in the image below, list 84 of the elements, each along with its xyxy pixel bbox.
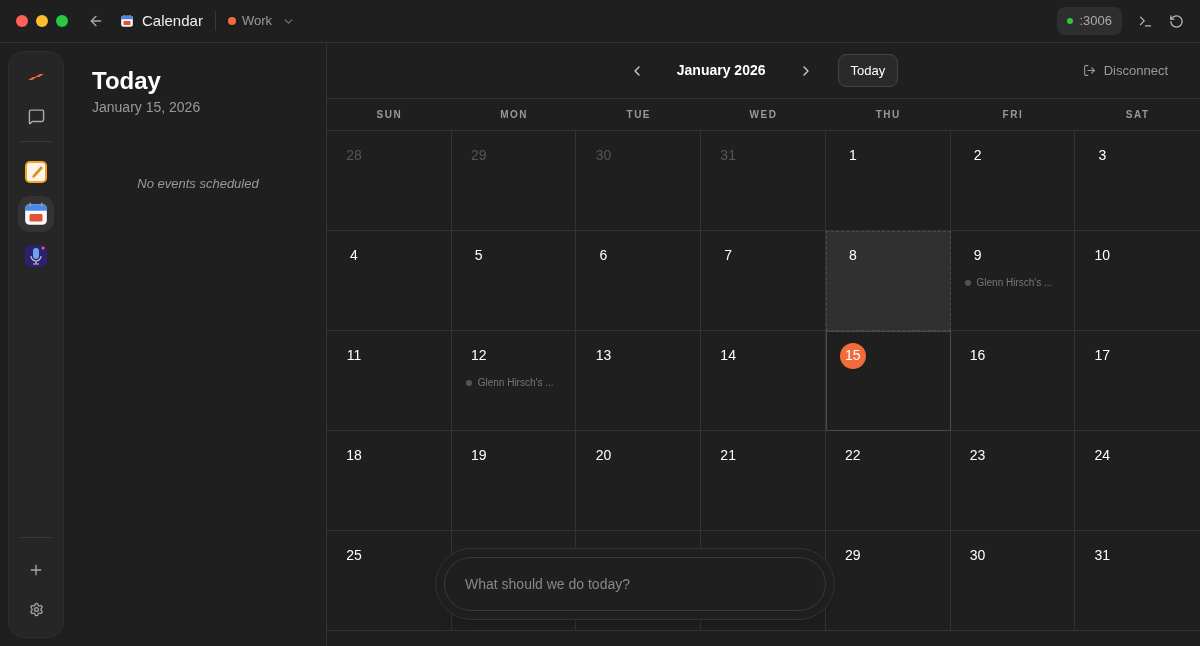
- day-cell[interactable]: 18: [327, 431, 452, 531]
- day-number: 10: [1093, 246, 1112, 265]
- day-number: 5: [473, 246, 484, 265]
- disconnect-button[interactable]: Disconnect: [1082, 60, 1168, 81]
- event-chip[interactable]: Glenn Hirsch's ...: [465, 375, 562, 390]
- month-title: January 2026: [676, 61, 766, 80]
- day-number: 9: [972, 246, 983, 265]
- settings-icon[interactable]: [28, 602, 44, 617]
- agenda-title: Today: [92, 67, 162, 95]
- day-number: 2: [972, 146, 983, 165]
- weekday-label: THU: [875, 108, 901, 122]
- day-cell[interactable]: 1: [825, 131, 951, 231]
- minimize-window-button[interactable]: [36, 15, 48, 27]
- day-number: 29: [844, 546, 862, 565]
- day-number: 1: [847, 146, 858, 165]
- day-cell[interactable]: 22: [825, 431, 951, 531]
- day-number: 18: [345, 446, 363, 465]
- day-cell[interactable]: 7: [701, 231, 826, 331]
- day-number: 12: [469, 346, 488, 365]
- calendar-app-icon: [120, 14, 134, 28]
- day-number: 23: [968, 446, 987, 465]
- add-icon[interactable]: [28, 562, 44, 578]
- day-number: 19: [469, 446, 488, 465]
- today-button[interactable]: Today: [837, 53, 899, 88]
- day-cell[interactable]: 14: [701, 331, 826, 431]
- day-cell[interactable]: 6: [576, 231, 702, 331]
- back-icon[interactable]: [88, 13, 104, 29]
- notes-app-icon: [24, 160, 48, 184]
- prompt-input[interactable]: What should we do today?: [444, 557, 826, 611]
- reload-icon[interactable]: [1169, 13, 1184, 29]
- day-number: 20: [594, 446, 613, 465]
- app-launcher[interactable]: [18, 196, 54, 232]
- calendar-app-icon: [23, 201, 49, 227]
- close-window-button[interactable]: [16, 15, 28, 27]
- terminal-icon[interactable]: [1138, 13, 1153, 29]
- day-number: 7: [723, 246, 734, 265]
- day-number: 21: [719, 446, 737, 465]
- workspace-selector[interactable]: Work: [227, 11, 295, 31]
- weekday-label: SUN: [376, 108, 403, 122]
- weekday-label: MON: [500, 108, 528, 122]
- day-cell[interactable]: 19: [451, 431, 577, 531]
- day-number: 15: [839, 342, 866, 369]
- day-number: 4: [349, 246, 359, 265]
- day-cell[interactable]: 4: [327, 231, 452, 331]
- weekday-label: WED: [749, 108, 778, 122]
- day-cell[interactable]: 12 Glenn Hirsch's ...: [451, 331, 577, 431]
- day-number: 22: [844, 446, 862, 465]
- day-number: 17: [1093, 346, 1112, 365]
- day-cell[interactable]: 29: [825, 531, 951, 631]
- day-cell[interactable]: 30: [950, 531, 1076, 631]
- day-cell[interactable]: 25: [327, 531, 452, 631]
- day-cell[interactable]: 20: [576, 431, 702, 531]
- day-number: 14: [719, 346, 737, 365]
- chat-icon[interactable]: [27, 108, 45, 125]
- day-cell[interactable]: 16: [950, 331, 1076, 431]
- day-number: 6: [598, 246, 609, 265]
- day-cell[interactable]: 13: [576, 331, 702, 431]
- day-cell[interactable]: 11: [327, 331, 452, 431]
- day-cell[interactable]: 8: [825, 231, 951, 331]
- day-cell[interactable]: 5: [451, 231, 577, 331]
- day-cell[interactable]: 23: [950, 431, 1076, 531]
- weekday-label: SAT: [1125, 108, 1150, 122]
- day-number: 25: [345, 546, 363, 565]
- day-number: 13: [594, 346, 613, 365]
- weekday-label: TUE: [626, 108, 652, 122]
- day-number: 31: [1093, 546, 1112, 565]
- day-number: 24: [1093, 446, 1112, 465]
- day-cell[interactable]: 21: [701, 431, 826, 531]
- event-chip[interactable]: Glenn Hirsch's ...: [964, 275, 1061, 290]
- day-number: 30: [968, 546, 987, 565]
- day-cell[interactable]: 9 Glenn Hirsch's ...: [950, 231, 1076, 331]
- day-number: 3: [1097, 146, 1108, 165]
- maximize-window-button[interactable]: [56, 15, 68, 27]
- port-badge: :3006: [1057, 7, 1122, 35]
- day-number: 8: [847, 246, 858, 265]
- voice-app-icon: [24, 244, 48, 268]
- day-cell[interactable]: 2: [950, 131, 1076, 231]
- day-number: 16: [968, 346, 987, 365]
- empty-message: No events scheduled: [136, 175, 260, 193]
- agenda-date: January 15, 2026: [92, 98, 202, 117]
- window-title: Calendar: [142, 10, 203, 31]
- weekday-label: FRI: [1002, 108, 1024, 122]
- disconnect-icon: [1082, 64, 1096, 77]
- day-number: 11: [345, 346, 363, 365]
